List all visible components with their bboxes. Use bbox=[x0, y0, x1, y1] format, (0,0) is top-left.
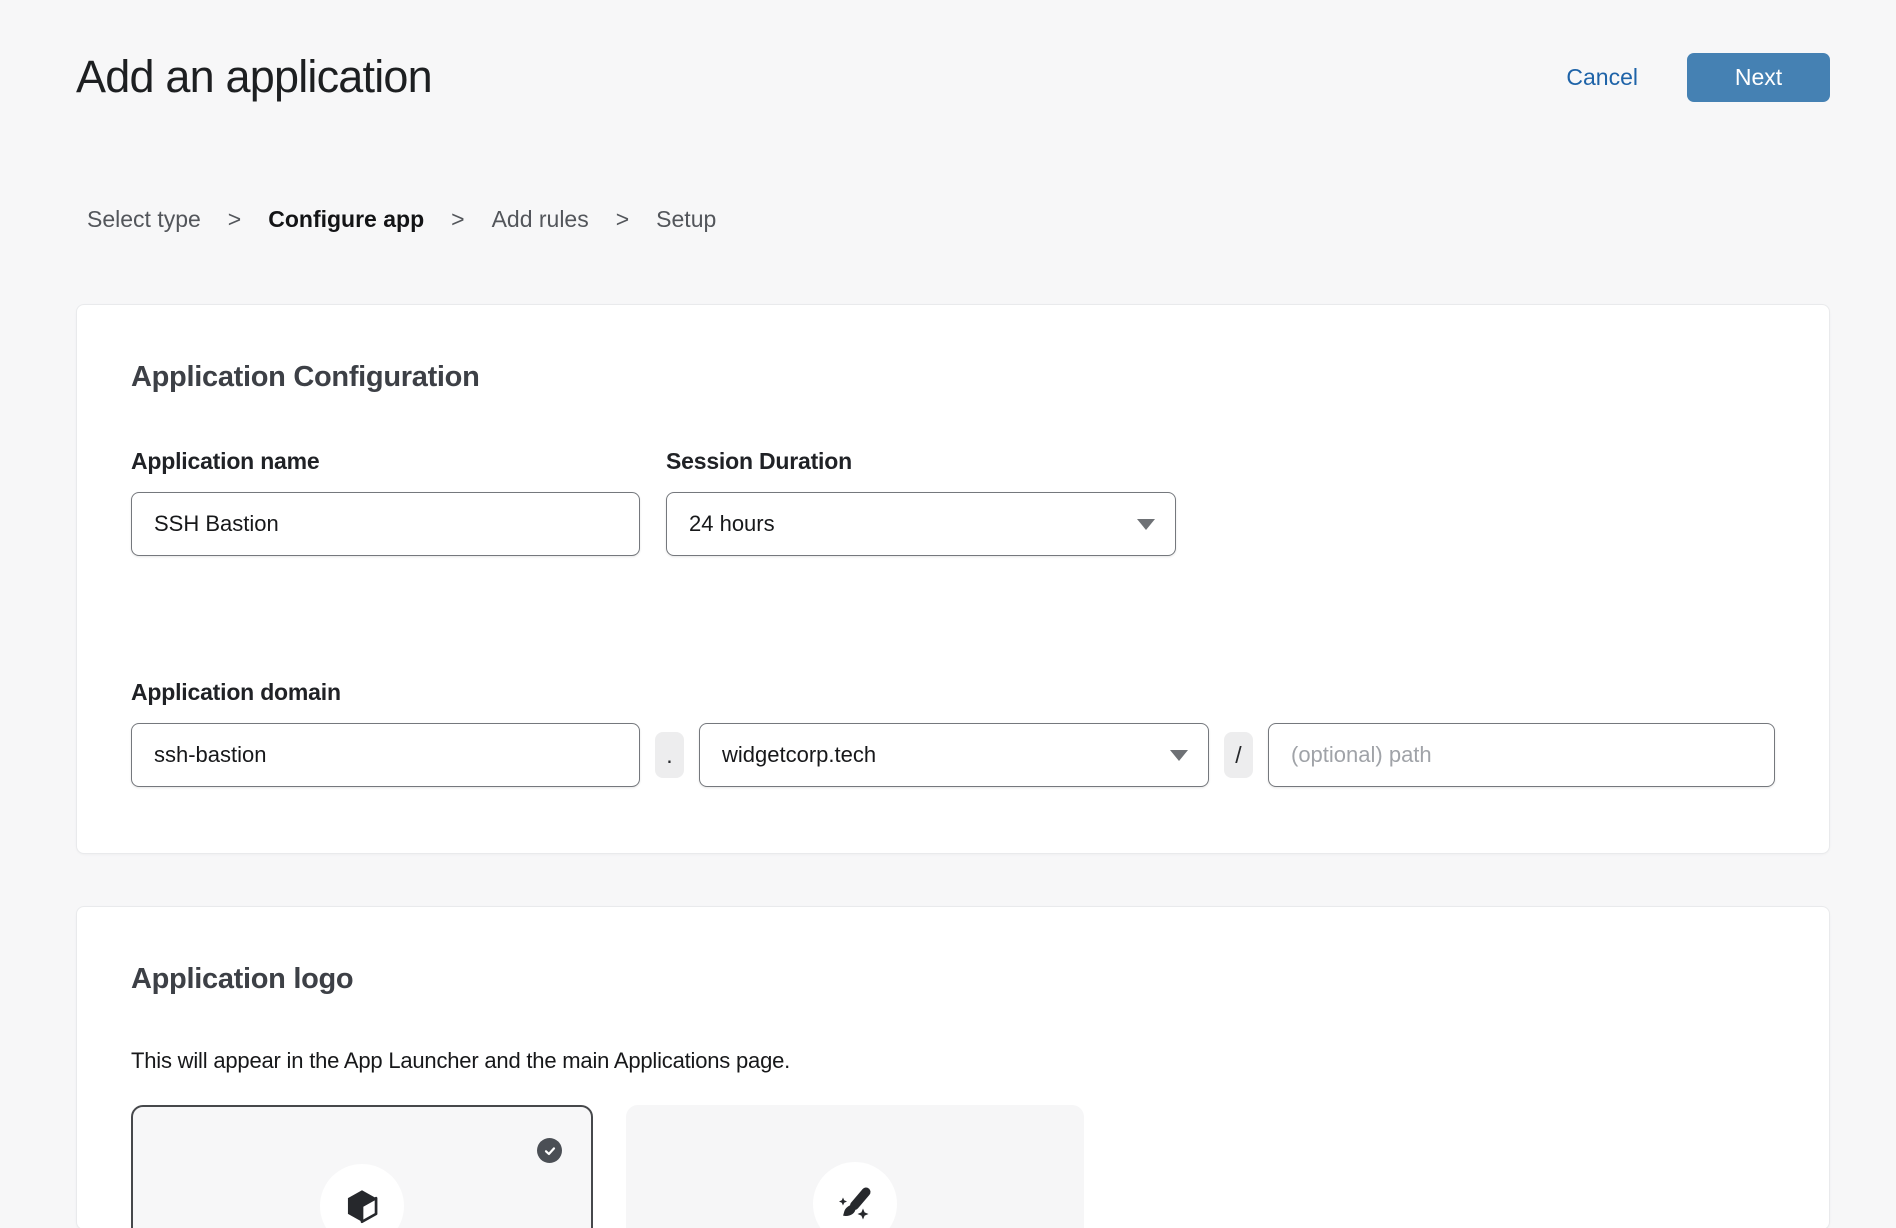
next-button[interactable]: Next bbox=[1687, 53, 1830, 102]
logo-option-default[interactable] bbox=[131, 1105, 593, 1228]
name-session-row: Application name Session Duration 24 hou… bbox=[131, 447, 1775, 556]
application-logo-card: Application logo This will appear in the… bbox=[76, 906, 1830, 1228]
step-select-type[interactable]: Select type bbox=[87, 204, 201, 234]
step-add-rules[interactable]: Add rules bbox=[492, 204, 589, 234]
session-duration-label: Session Duration bbox=[666, 447, 1176, 475]
domain-dot-separator: . bbox=[655, 732, 684, 778]
configuration-card-title: Application Configuration bbox=[131, 359, 1775, 395]
step-configure-app[interactable]: Configure app bbox=[268, 204, 424, 234]
cube-icon bbox=[344, 1188, 380, 1224]
application-configuration-card: Application Configuration Application na… bbox=[76, 304, 1830, 854]
step-setup[interactable]: Setup bbox=[656, 204, 716, 234]
application-name-label: Application name bbox=[131, 447, 640, 475]
page-header: Add an application Cancel Next bbox=[76, 0, 1830, 108]
magic-brush-icon bbox=[835, 1184, 875, 1224]
breadcrumb-separator: > bbox=[228, 204, 241, 234]
page-title: Add an application bbox=[76, 46, 432, 108]
header-actions: Cancel Next bbox=[1566, 53, 1830, 102]
logo-option-custom[interactable] bbox=[626, 1105, 1084, 1228]
logo-card-title: Application logo bbox=[131, 961, 1775, 997]
add-application-page: Add an application Cancel Next Select ty… bbox=[0, 0, 1896, 1228]
custom-logo-circle bbox=[813, 1162, 897, 1228]
application-domain-label: Application domain bbox=[131, 678, 1775, 706]
domain-select[interactable]: widgetcorp.tech bbox=[699, 723, 1209, 787]
domain-select-value: widgetcorp.tech bbox=[722, 742, 876, 768]
application-name-field: Application name bbox=[131, 447, 640, 556]
chevron-down-icon bbox=[1137, 519, 1155, 530]
default-logo-circle bbox=[320, 1164, 404, 1228]
breadcrumb: Select type > Configure app > Add rules … bbox=[76, 204, 1830, 234]
domain-row: . widgetcorp.tech / bbox=[131, 723, 1775, 787]
chevron-down-icon bbox=[1170, 750, 1188, 761]
session-duration-field: Session Duration 24 hours bbox=[666, 447, 1176, 556]
breadcrumb-separator: > bbox=[616, 204, 629, 234]
check-icon bbox=[543, 1144, 557, 1158]
session-duration-select[interactable]: 24 hours bbox=[666, 492, 1176, 556]
subdomain-input[interactable] bbox=[131, 723, 640, 787]
logo-options bbox=[131, 1105, 1775, 1228]
logo-description: This will appear in the App Launcher and… bbox=[131, 1047, 1775, 1075]
selected-check-icon bbox=[537, 1138, 562, 1163]
domain-slash-separator: / bbox=[1224, 732, 1253, 778]
application-domain-field: Application domain . widgetcorp.tech / bbox=[131, 678, 1775, 787]
application-name-input[interactable] bbox=[131, 492, 640, 556]
cancel-button[interactable]: Cancel bbox=[1566, 64, 1638, 91]
path-input[interactable] bbox=[1268, 723, 1775, 787]
breadcrumb-separator: > bbox=[451, 204, 464, 234]
session-duration-value: 24 hours bbox=[689, 511, 775, 537]
